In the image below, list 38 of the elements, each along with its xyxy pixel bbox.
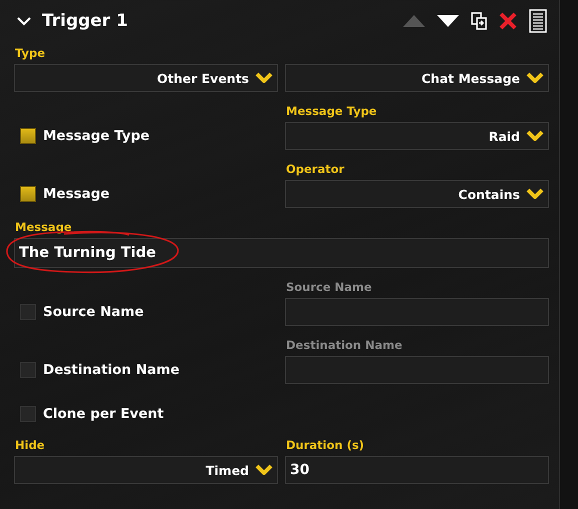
chevron-down-icon <box>255 464 273 476</box>
checkbox[interactable] <box>20 128 36 144</box>
document-icon[interactable] <box>529 9 547 33</box>
dropdown[interactable]: Raid <box>285 122 549 150</box>
checkbox[interactable] <box>20 304 36 320</box>
field-label: Type <box>14 46 46 60</box>
input-field[interactable] <box>285 356 549 384</box>
field-label: Message Type <box>285 104 378 118</box>
field-label: Hide <box>14 438 46 452</box>
dropdown[interactable]: Contains <box>285 180 549 208</box>
down-triangle-icon[interactable] <box>437 15 459 27</box>
chevron-down-icon <box>526 72 544 84</box>
field-label: Source Name <box>285 280 373 294</box>
field-label: Duration (s) <box>285 438 366 452</box>
close-icon[interactable] <box>499 12 517 30</box>
chevron-down-icon <box>255 72 273 84</box>
input-field[interactable]: The Turning Tide <box>14 238 549 268</box>
checkbox[interactable] <box>20 186 36 202</box>
chevron-down-icon <box>526 130 544 142</box>
checkbox[interactable] <box>20 362 36 378</box>
dropdown[interactable]: Other Events <box>14 64 278 92</box>
duplicate-icon[interactable] <box>471 12 487 30</box>
dropdown[interactable]: Chat Message <box>285 64 549 92</box>
checkbox-label: Message <box>43 186 110 202</box>
checkbox-label: Message Type <box>43 128 150 144</box>
input-field[interactable]: 30 <box>285 456 549 484</box>
checkbox[interactable] <box>20 406 36 422</box>
field-label: Message <box>14 220 73 234</box>
input-field[interactable] <box>285 298 549 326</box>
chevron-down-icon[interactable] <box>16 15 32 27</box>
checkbox-label: Clone per Event <box>43 406 164 422</box>
dropdown[interactable]: Timed <box>14 456 278 484</box>
checkbox-label: Source Name <box>43 304 144 320</box>
trigger-title: Trigger 1 <box>42 11 128 31</box>
field-label: Destination Name <box>285 338 404 352</box>
chevron-down-icon <box>526 188 544 200</box>
field-label: Operator <box>285 162 346 176</box>
checkbox-label: Destination Name <box>43 362 180 378</box>
